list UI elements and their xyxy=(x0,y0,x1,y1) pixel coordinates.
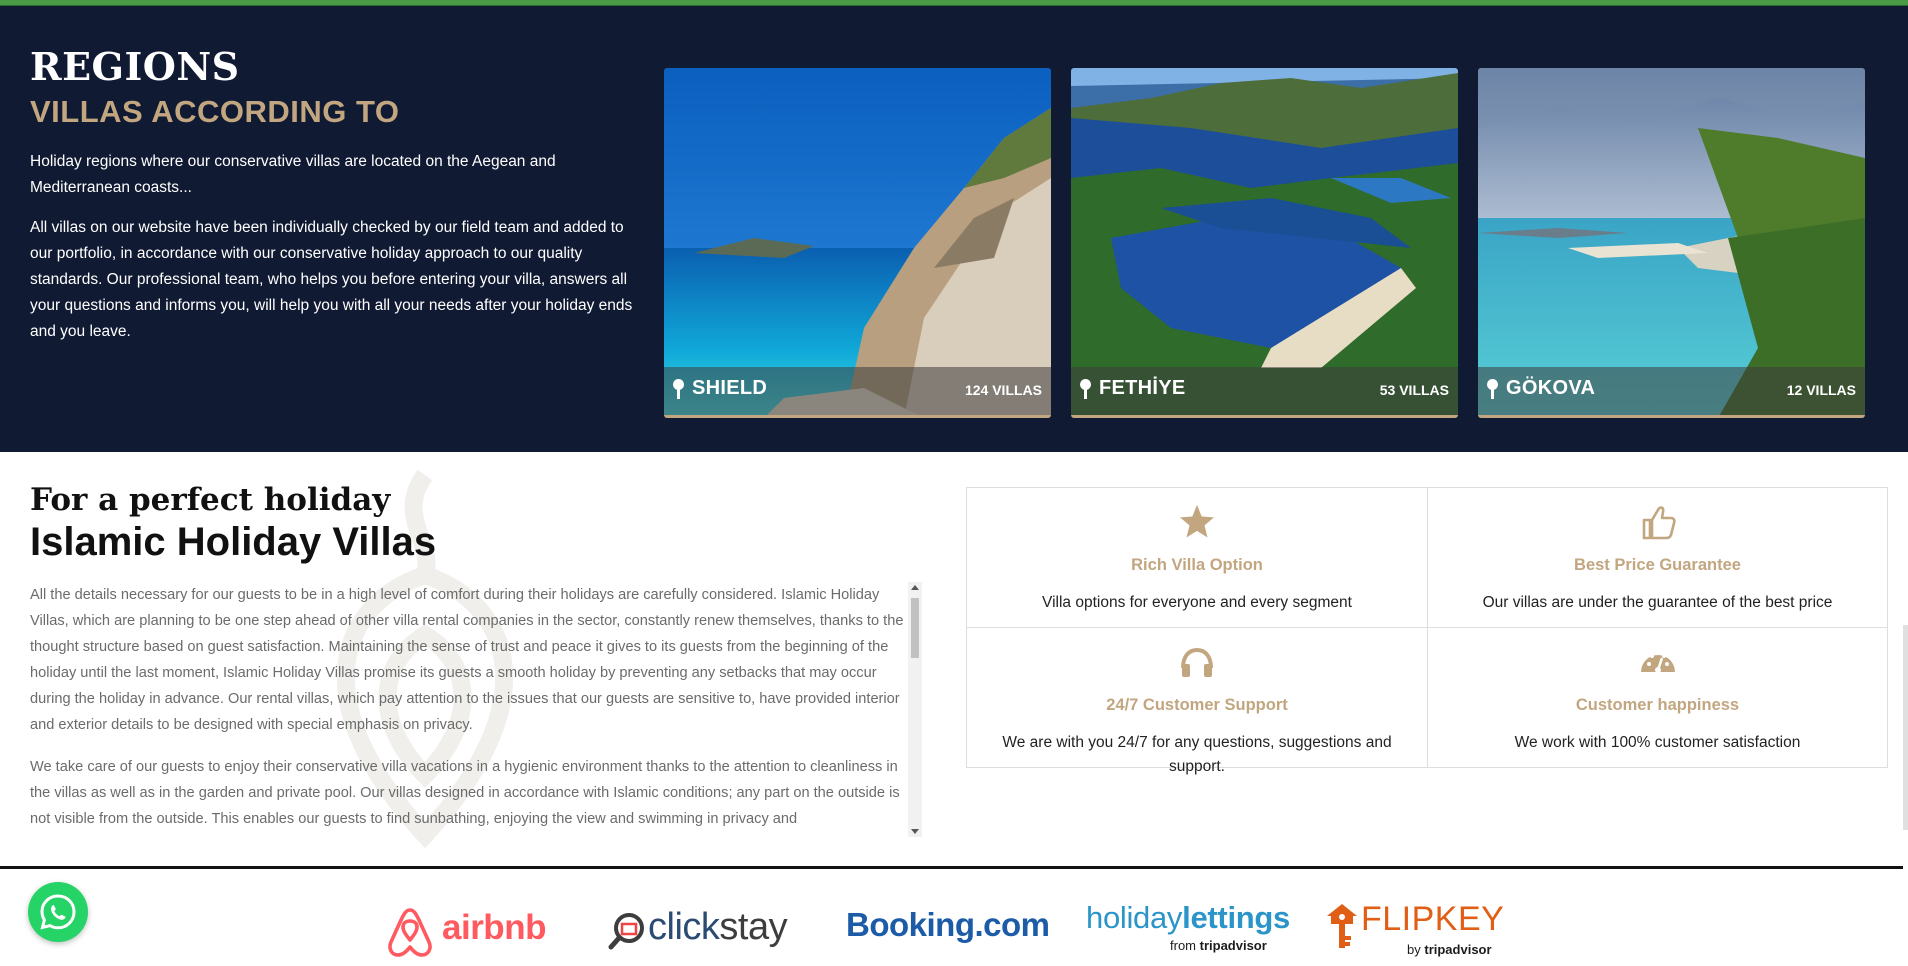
regions-subtitle: VILLAS ACCORDING TO xyxy=(30,94,400,129)
feature-description: We are with you 24/7 for any questions, … xyxy=(1002,734,1392,775)
region-photo xyxy=(1478,68,1865,415)
lettings-text: lettings xyxy=(1182,900,1290,935)
region-name: SHIELD xyxy=(692,377,768,399)
feature-title: 24/7 Customer Support xyxy=(1106,696,1288,714)
holiday-text-scrollbox[interactable]: All the details necessary for our guests… xyxy=(30,582,910,834)
holidaylettings-from-text: from xyxy=(1170,938,1196,953)
region-name: GÖKOVA xyxy=(1506,377,1596,399)
region-name: FETHİYE xyxy=(1099,377,1186,399)
location-pin-icon xyxy=(1487,379,1498,399)
feature-title: Rich Villa Option xyxy=(1131,556,1263,574)
clickstay-click-text: click xyxy=(648,906,720,948)
headphones-icon xyxy=(1181,647,1213,677)
regions-title: REGIONS xyxy=(30,44,240,89)
scroll-down-arrow-icon[interactable] xyxy=(911,829,919,834)
text-scrollbar[interactable] xyxy=(908,582,922,837)
thumbs-up-icon xyxy=(1642,506,1676,540)
whatsapp-chat-button[interactable] xyxy=(28,882,88,942)
airbnb-icon xyxy=(388,908,432,957)
regions-section: REGIONS VILLAS ACCORDING TO Holiday regi… xyxy=(0,6,1908,452)
booking-logo-text: Booking.com xyxy=(846,906,1050,943)
feature-description: We work with 100% customer satisfaction xyxy=(1514,734,1801,751)
flipkey-logo-text: FLIPKEY xyxy=(1361,900,1505,938)
feature-description: Our villas are under the guarantee of th… xyxy=(1482,594,1833,611)
whatsapp-icon xyxy=(40,894,76,930)
holiday-paragraph: All the details necessary for our guests… xyxy=(30,587,904,733)
holidaylettings-logo-text: holidaylettings xyxy=(1086,900,1290,935)
features-grid: Rich Villa Option Villa options for ever… xyxy=(966,487,1888,775)
feature-best-price-guarantee: Best Price Guarantee Our villas are unde… xyxy=(1428,488,1887,628)
feature-rich-villa-option: Rich Villa Option Villa options for ever… xyxy=(967,488,1428,628)
scrollbar-thumb[interactable] xyxy=(911,598,919,658)
airbnb-logo-text: airbnb xyxy=(442,908,546,947)
holiday-subtitle: Islamic Holiday Villas xyxy=(30,520,437,564)
location-pin-icon xyxy=(1080,379,1091,399)
feature-title: Customer happiness xyxy=(1575,696,1740,714)
region-card-fethiye[interactable]: FETHİYE 53 VILLAS xyxy=(1071,68,1458,418)
regions-description: All villas on our website have been indi… xyxy=(30,219,633,340)
region-caption: FETHİYE 53 VILLAS xyxy=(1071,367,1458,415)
dashboard-icon xyxy=(1640,651,1675,673)
clickstay-logo[interactable]: clickstay xyxy=(608,906,798,956)
holidaylettings-tripadvisor-text: tripadvisor xyxy=(1199,938,1267,953)
region-photo xyxy=(664,68,1051,415)
villa-count: 124 VILLAS xyxy=(964,382,1042,398)
feature-title: Best Price Guarantee xyxy=(1574,556,1741,574)
holiday-title: For a perfect holiday xyxy=(30,482,391,518)
region-card-shield[interactable]: SHIELD 124 VILLAS xyxy=(664,68,1051,418)
region-photo xyxy=(1071,68,1458,415)
house-key-icon xyxy=(1327,904,1357,948)
airbnb-logo[interactable]: airbnb xyxy=(386,906,556,957)
flipkey-logo[interactable]: FLIPKEY by tripadvisor xyxy=(1325,900,1535,960)
holiday-text: holiday xyxy=(1086,900,1183,935)
scroll-up-arrow-icon[interactable] xyxy=(911,585,919,590)
region-caption: SHIELD 124 VILLAS xyxy=(664,367,1051,415)
region-caption: GÖKOVA 12 VILLAS xyxy=(1478,367,1865,415)
holiday-paragraph: We take care of our guests to enjoy thei… xyxy=(30,759,900,827)
villa-count: 12 VILLAS xyxy=(1786,382,1856,398)
star-icon xyxy=(1180,505,1214,538)
page-scrollbar[interactable] xyxy=(1903,625,1908,830)
clickstay-magnifier-icon xyxy=(608,913,644,950)
location-pin-icon xyxy=(673,379,684,399)
flipkey-by-text: by xyxy=(1407,942,1421,957)
flipkey-tripadvisor-text: tripadvisor xyxy=(1424,942,1492,957)
regions-intro: Holiday regions where our conservative v… xyxy=(30,153,556,196)
feature-customer-support: 24/7 Customer Support We are with you 24… xyxy=(967,628,1428,775)
holidaylettings-logo[interactable]: holidaylettings from tripadvisor xyxy=(1086,900,1301,960)
feature-customer-happiness: Customer happiness We work with 100% cus… xyxy=(1428,628,1887,768)
feature-description: Villa options for everyone and every seg… xyxy=(1042,594,1352,611)
booking-logo[interactable]: Booking.com xyxy=(846,906,1050,944)
region-card-gokova[interactable]: GÖKOVA 12 VILLAS xyxy=(1478,68,1865,418)
clickstay-stay-text: stay xyxy=(719,906,788,948)
villa-count: 53 VILLAS xyxy=(1379,382,1449,398)
